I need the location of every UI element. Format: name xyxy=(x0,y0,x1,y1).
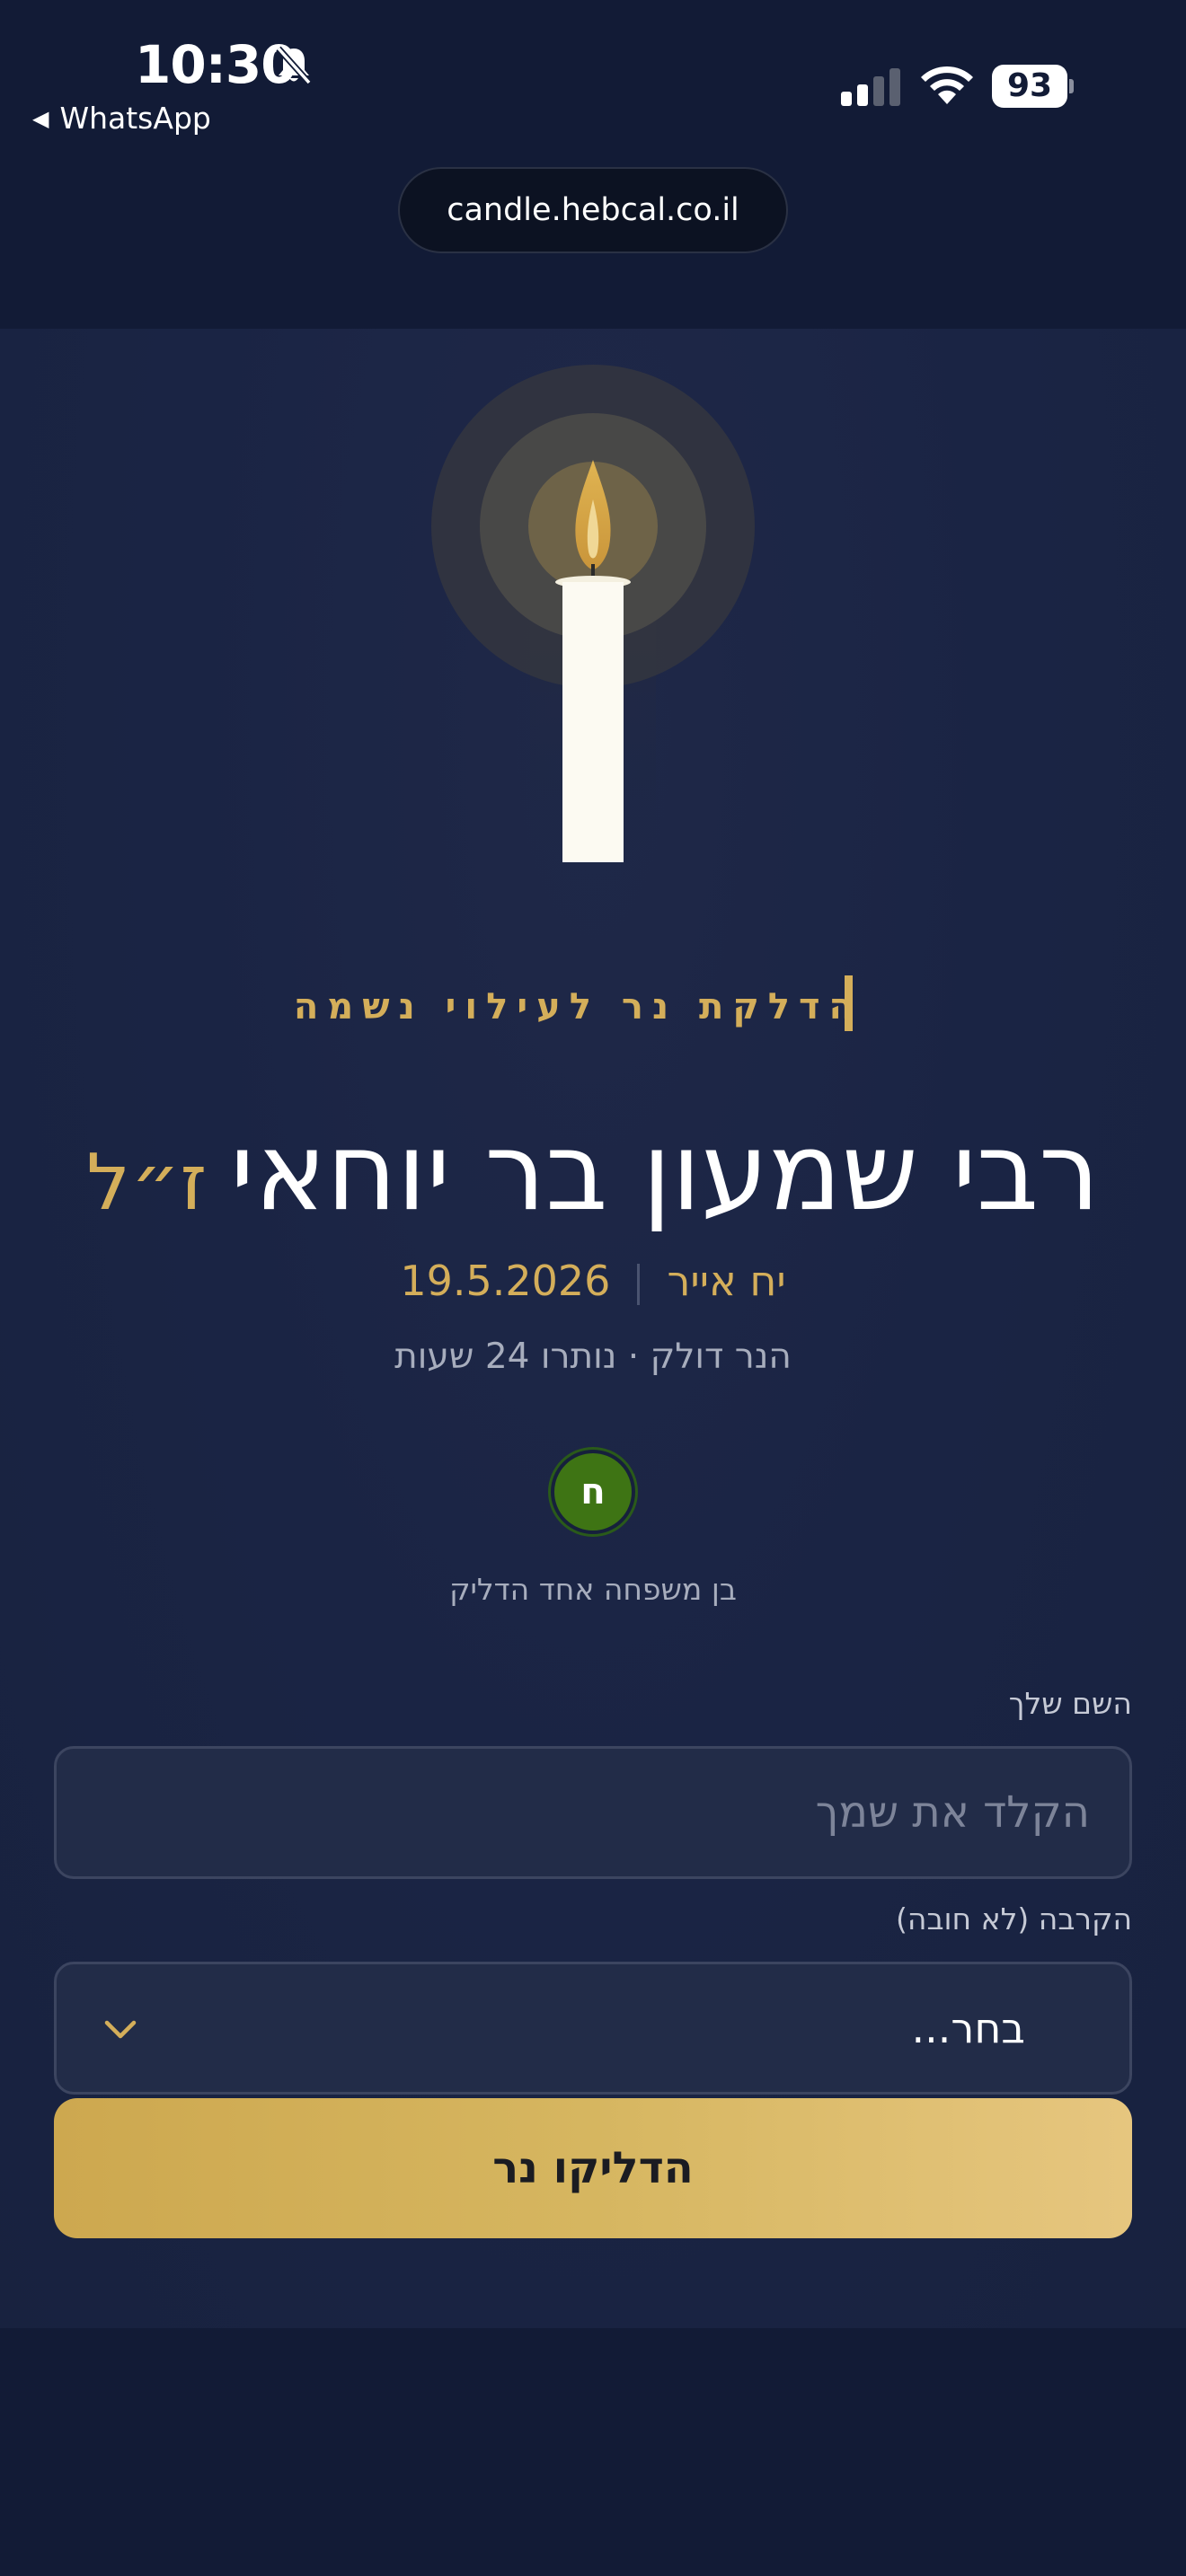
status-bar: 10:30 ◀ WhatsApp 93 xyxy=(0,0,1186,171)
back-triangle-icon: ◀ xyxy=(32,106,49,131)
wifi-icon xyxy=(921,66,973,104)
address-bar[interactable]: candle.hebcal.co.il xyxy=(398,167,788,253)
relation-select[interactable]: בחר... xyxy=(54,1962,1132,2095)
lit-count-text: בן משפחה אחד הדליק xyxy=(449,1572,737,1607)
memorial-page: הדלקת נר לעילוי נשמה רבי שמעון בר יוחאיז… xyxy=(0,329,1186,2328)
relation-selected-value: בחר... xyxy=(911,2004,1025,2052)
page-title: רבי שמעון בר יוחאיז״ל xyxy=(0,1101,1186,1245)
avatar: ח xyxy=(551,1450,635,1534)
gregorian-date: 19.5.2026 xyxy=(400,1257,611,1305)
back-to-app-link[interactable]: ◀ WhatsApp xyxy=(32,101,211,136)
honorific-suffix: ז״ל xyxy=(86,1138,208,1228)
cellular-signal-icon xyxy=(841,68,900,106)
name-field[interactable] xyxy=(54,1746,1132,1879)
candle-status: הנר דולק · נותרו 24 שעות xyxy=(394,1337,792,1377)
battery-icon: 93 xyxy=(992,65,1074,108)
battery-level: 93 xyxy=(992,65,1067,108)
bell-off-icon xyxy=(276,46,312,85)
back-app-label: WhatsApp xyxy=(59,101,211,136)
name-field-label: השם שלך xyxy=(1008,1686,1132,1721)
hebrew-date: יח אייר xyxy=(667,1257,786,1305)
light-candle-button[interactable]: הדליקו נר xyxy=(54,2098,1132,2238)
memorial-dates: יח אייר 19.5.2026 xyxy=(0,1245,1186,1317)
candle-icon xyxy=(431,365,755,868)
deceased-name: רבי שמעון בר יוחאי xyxy=(230,1110,1100,1235)
date-divider xyxy=(637,1263,641,1305)
relation-field-label: הקרבה (לא חובה) xyxy=(896,1901,1132,1936)
page-kicker: הדלקת נר לעילוי נשמה xyxy=(293,986,863,1028)
name-input[interactable] xyxy=(57,1749,1129,1876)
chevron-down-icon xyxy=(104,2020,137,2039)
